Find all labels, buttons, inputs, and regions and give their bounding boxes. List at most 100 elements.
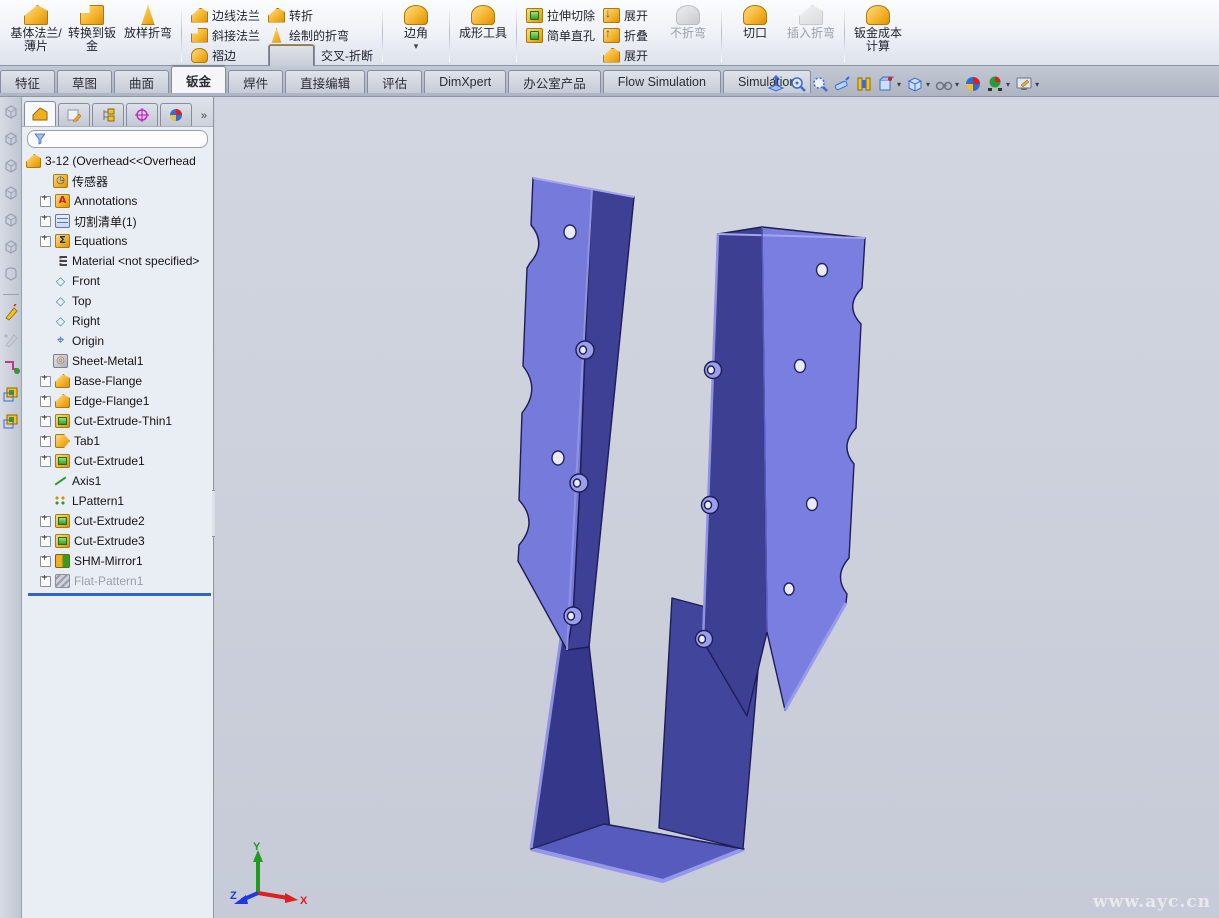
sketch-icon[interactable]	[2, 304, 20, 322]
isometric-view-icon[interactable]	[2, 265, 20, 283]
miter-flange-button[interactable]: 斜接法兰	[187, 25, 264, 45]
standard-view-icon-6[interactable]	[2, 238, 20, 256]
tree-item-material[interactable]: Material <not specified>	[26, 251, 213, 271]
tree-root-part[interactable]: 3-12 (Overhead<<Overhead	[26, 151, 213, 171]
display-manager-tab[interactable]	[160, 103, 192, 126]
view-orientation-icon[interactable]	[876, 74, 896, 94]
rip-button[interactable]: 切口	[727, 2, 783, 65]
zoom-to-area-icon[interactable]	[788, 74, 808, 94]
panel-tabs-overflow[interactable]: »	[201, 110, 211, 126]
expand-icon[interactable]	[40, 516, 51, 527]
tree-item-origin[interactable]: Origin	[26, 331, 213, 351]
tree-item-annotations[interactable]: Annotations	[26, 191, 213, 211]
tab-features[interactable]: 特征	[0, 70, 55, 93]
hide-show-items-icon[interactable]	[934, 74, 954, 94]
tree-item-cut-extrude-thin1[interactable]: Cut-Extrude-Thin1	[26, 411, 213, 431]
tree-item-tab1[interactable]: Tab1	[26, 431, 213, 451]
apply-scene-dropdown[interactable]: ▾	[1006, 80, 1010, 89]
tree-item-base-flange[interactable]: Base-Flange	[26, 371, 213, 391]
feature-tool-icon-1[interactable]	[2, 385, 20, 403]
lofted-bend-button[interactable]: 放样折弯	[120, 2, 176, 65]
corner-button[interactable]: 边角 ▾	[388, 2, 444, 65]
tree-item-right-plane[interactable]: Right	[26, 311, 213, 331]
expand-icon[interactable]	[40, 396, 51, 407]
model-joist-hanger[interactable]	[215, 97, 1219, 918]
graphics-viewport[interactable]: Y X Z www.ayc.cn	[215, 97, 1219, 918]
feature-manager-tab[interactable]	[24, 101, 56, 126]
tree-item-shm-mirror1[interactable]: SHM-Mirror1	[26, 551, 213, 571]
tab-surfaces[interactable]: 曲面	[114, 70, 169, 93]
sheet-metal-cost-button[interactable]: 钣金成本计算	[850, 2, 906, 65]
property-manager-tab[interactable]	[58, 103, 90, 126]
tab-weldments[interactable]: 焊件	[228, 70, 283, 93]
expand-icon[interactable]	[40, 236, 51, 247]
previous-view-icon[interactable]	[810, 74, 830, 94]
tree-item-cut-extrude3[interactable]: Cut-Extrude3	[26, 531, 213, 551]
flatten-button[interactable]: 展开	[599, 45, 652, 65]
expand-icon[interactable]	[40, 556, 51, 567]
tab-dimxpert[interactable]: DimXpert	[424, 70, 506, 93]
configuration-manager-tab[interactable]	[92, 103, 124, 126]
feature-tool-icon-2[interactable]	[2, 412, 20, 430]
tree-item-cut-list[interactable]: 切割清单(1)	[26, 211, 213, 231]
edit-appearance-icon[interactable]	[963, 74, 983, 94]
extruded-cut-button[interactable]: 拉伸切除	[522, 5, 599, 25]
expand-icon[interactable]	[40, 576, 51, 587]
tree-item-sensors[interactable]: 传感器	[26, 171, 213, 191]
tree-item-front-plane[interactable]: Front	[26, 271, 213, 291]
tab-direct-editing[interactable]: 直接编辑	[285, 70, 365, 93]
expand-icon[interactable]	[40, 456, 51, 467]
tree-item-cut-extrude2[interactable]: Cut-Extrude2	[26, 511, 213, 531]
fold-button[interactable]: 折叠	[599, 25, 652, 45]
sketched-bend-button[interactable]: 绘制的折弯	[264, 25, 377, 45]
unfold-button[interactable]: 展开	[599, 5, 652, 25]
tree-item-equations[interactable]: Equations	[26, 231, 213, 251]
forming-tool-button[interactable]: 成形工具	[455, 2, 511, 65]
tree-item-sheet-metal1[interactable]: Sheet-Metal1	[26, 351, 213, 371]
jog-button[interactable]: 转折	[264, 5, 377, 25]
tab-sketch[interactable]: 草图	[57, 70, 112, 93]
simple-hole-button[interactable]: 简单直孔	[522, 25, 599, 45]
edge-flange-button[interactable]: 边线法兰	[187, 5, 264, 25]
edit-sketch-icon[interactable]	[2, 331, 20, 349]
view-orientation-dropdown[interactable]: ▾	[897, 80, 901, 89]
apply-scene-icon[interactable]	[985, 74, 1005, 94]
standard-view-icon-1[interactable]	[2, 103, 20, 121]
corner-dropdown-arrow[interactable]: ▾	[414, 42, 419, 50]
magnify-glass-icon[interactable]	[832, 74, 852, 94]
standard-view-icon-4[interactable]	[2, 184, 20, 202]
base-flange-button[interactable]: 基体法兰/薄片	[8, 2, 64, 65]
hem-button[interactable]: 褶边	[187, 45, 264, 65]
tab-office-products[interactable]: 办公室产品	[508, 70, 601, 93]
tab-flow-simulation[interactable]: Flow Simulation	[603, 70, 721, 93]
tree-item-edge-flange1[interactable]: Edge-Flange1	[26, 391, 213, 411]
tree-item-cut-extrude1[interactable]: Cut-Extrude1	[26, 451, 213, 471]
view-settings-icon[interactable]	[1014, 74, 1034, 94]
expand-icon[interactable]	[40, 436, 51, 447]
dimxpert-manager-tab[interactable]	[126, 103, 158, 126]
standard-view-icon-2[interactable]	[2, 130, 20, 148]
tree-item-flat-pattern1[interactable]: Flat-Pattern1	[26, 571, 213, 591]
standard-view-icon-5[interactable]	[2, 211, 20, 229]
tree-item-axis1[interactable]: Axis1	[26, 471, 213, 491]
display-style-dropdown[interactable]: ▾	[926, 80, 930, 89]
expand-icon[interactable]	[40, 196, 51, 207]
tree-item-top-plane[interactable]: Top	[26, 291, 213, 311]
tab-evaluate[interactable]: 评估	[367, 70, 422, 93]
tab-sheet-metal[interactable]: 钣金	[171, 66, 226, 93]
zoom-to-fit-icon[interactable]	[766, 74, 786, 94]
tree-item-lpattern1[interactable]: LPattern1	[26, 491, 213, 511]
expand-icon[interactable]	[40, 216, 51, 227]
display-style-icon[interactable]	[905, 74, 925, 94]
filter-input[interactable]	[45, 132, 201, 146]
expand-icon[interactable]	[40, 376, 51, 387]
expand-icon[interactable]	[40, 416, 51, 427]
section-view-icon[interactable]	[854, 74, 874, 94]
expand-icon[interactable]	[40, 536, 51, 547]
route-icon[interactable]	[2, 358, 20, 376]
view-settings-dropdown[interactable]: ▾	[1035, 80, 1039, 89]
cross-break-button[interactable]: 交叉-折断	[264, 45, 377, 65]
standard-view-icon-3[interactable]	[2, 157, 20, 175]
convert-to-sheet-metal-button[interactable]: 转换到钣金	[64, 2, 120, 65]
rollback-bar[interactable]	[28, 593, 211, 596]
